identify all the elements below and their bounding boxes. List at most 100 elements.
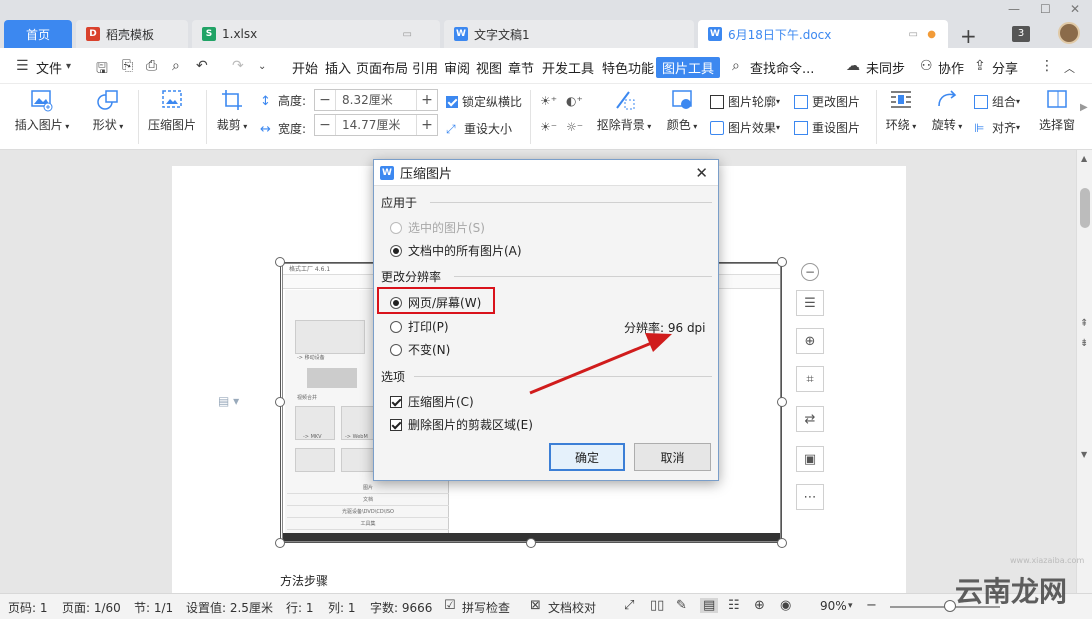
height-stepper[interactable]: − 8.32厘米 +: [314, 89, 438, 111]
change-image-button[interactable]: 更改图片: [794, 93, 860, 110]
selection-pane-button[interactable]: 选择窗: [1038, 88, 1076, 133]
brightness-up-icon[interactable]: ☀⁺: [540, 94, 557, 108]
resize-handle[interactable]: [777, 397, 787, 407]
width-stepper[interactable]: − 14.77厘米 +: [314, 114, 438, 136]
command-search[interactable]: 查找命令...: [750, 58, 814, 77]
sync-status[interactable]: 未同步: [866, 58, 905, 77]
lock-ratio-checkbox[interactable]: 锁定纵横比: [446, 93, 522, 110]
status-page[interactable]: 页面: 1/60: [62, 599, 121, 616]
crop-button[interactable]: 裁剪 ▾: [214, 88, 250, 133]
export-icon[interactable]: ⎘: [122, 58, 133, 74]
menu-devtools[interactable]: 开发工具: [542, 58, 594, 77]
scroll-down-icon[interactable]: ▼: [1081, 450, 1087, 459]
zoom-image-icon[interactable]: ⊕: [796, 328, 824, 354]
remove-background-button[interactable]: 抠除背景 ▾: [594, 88, 654, 133]
increase-icon[interactable]: +: [417, 117, 437, 133]
radio-web-screen[interactable]: 网页/屏幕(W): [390, 294, 481, 311]
more-icon[interactable]: ⋮: [1040, 58, 1054, 74]
scroll-up-icon[interactable]: ▲: [1081, 154, 1087, 163]
tab-home[interactable]: 首页: [4, 20, 72, 48]
radio-selected-images[interactable]: 选中的图片(S): [390, 219, 485, 236]
preview-icon[interactable]: ⌕: [172, 58, 180, 74]
picture-outline-button[interactable]: 图片轮廓 ▾: [710, 93, 780, 110]
menu-view[interactable]: 视图: [476, 58, 502, 77]
resize-handle[interactable]: [275, 257, 285, 267]
menu-icon[interactable]: ☰: [16, 58, 29, 74]
radio-print[interactable]: 打印(P): [390, 318, 449, 335]
chevron-down-icon[interactable]: ▾: [66, 61, 71, 72]
undo-icon[interactable]: ↶: [196, 58, 208, 74]
brightness-down-icon[interactable]: ☀⁻: [540, 120, 557, 134]
web-view-icon[interactable]: ⊕: [754, 598, 765, 613]
page-up-icon[interactable]: ⇞: [1080, 318, 1088, 329]
menu-reference[interactable]: 引用: [412, 58, 438, 77]
new-tab-icon[interactable]: +: [960, 24, 977, 48]
zoom-level[interactable]: 90%: [820, 599, 847, 613]
eye-protect-icon[interactable]: ◉: [780, 598, 791, 613]
window-count-badge[interactable]: 3: [1012, 26, 1030, 42]
color-button[interactable]: 颜色 ▾: [664, 88, 700, 133]
align-button[interactable]: ⊫ 对齐 ▾: [974, 119, 1020, 136]
increase-icon[interactable]: +: [417, 92, 437, 108]
radio-no-change[interactable]: 不变(N): [390, 341, 450, 358]
height-value[interactable]: 8.32厘米: [335, 90, 417, 110]
page-down-icon[interactable]: ⇟: [1080, 338, 1088, 349]
reset-size-button[interactable]: ⤢ 重设大小: [446, 120, 512, 137]
status-setting[interactable]: 设置值: 2.5厘米: [186, 599, 273, 616]
fullscreen-icon[interactable]: ⤢: [624, 598, 634, 613]
rotate-button[interactable]: 旋转 ▾: [928, 88, 966, 133]
status-page-number[interactable]: 页码: 1: [8, 599, 48, 616]
avatar[interactable]: [1058, 22, 1080, 44]
resize-handle[interactable]: [275, 538, 285, 548]
crop-tool-icon[interactable]: ⌗: [796, 366, 824, 392]
width-value[interactable]: 14.77厘米: [335, 115, 417, 135]
decrease-icon[interactable]: −: [315, 117, 335, 133]
decrease-icon[interactable]: −: [315, 92, 335, 108]
maximize-icon[interactable]: ☐: [1040, 2, 1051, 16]
collapse-ribbon-icon[interactable]: ︿: [1064, 60, 1075, 76]
menu-start[interactable]: 开始: [292, 58, 318, 77]
vertical-scrollbar[interactable]: ▲ ⇞ ⇟ ▼: [1076, 150, 1092, 593]
status-column[interactable]: 列: 1: [328, 599, 356, 616]
scroll-thumb[interactable]: [1080, 188, 1090, 228]
read-mode-icon[interactable]: ▯▯: [650, 598, 664, 613]
outline-view-icon[interactable]: ☷: [728, 598, 740, 613]
page-view-icon[interactable]: ▤: [700, 598, 719, 613]
insert-image-button[interactable]: 插入图片 ▾: [12, 88, 72, 133]
dialog-close-icon[interactable]: ✕: [695, 164, 708, 182]
resize-handle[interactable]: [777, 538, 787, 548]
menu-file[interactable]: 文件: [36, 58, 62, 77]
radio-all-images[interactable]: 文档中的所有图片(A): [390, 242, 522, 259]
tab-doc1[interactable]: W 文字文稿1: [444, 20, 694, 48]
menu-insert[interactable]: 插入: [325, 58, 351, 77]
redo-icon[interactable]: ↷: [232, 58, 244, 74]
tab-docx-active[interactable]: W 6月18日下午.docx ▭ ●: [698, 20, 948, 48]
resize-handle[interactable]: [777, 257, 787, 267]
zoom-out-icon[interactable]: −: [866, 598, 877, 613]
resize-handle[interactable]: [275, 397, 285, 407]
contrast-down-icon[interactable]: ☼⁻: [566, 120, 583, 134]
menu-layout[interactable]: 页面布局: [356, 58, 408, 77]
menu-features[interactable]: 特色功能: [602, 58, 654, 77]
edit-mode-icon[interactable]: ✎: [676, 598, 687, 613]
convert-image-icon[interactable]: ⇄: [796, 406, 824, 432]
collapse-icon[interactable]: −: [801, 263, 819, 281]
zoom-dropdown-icon[interactable]: ▾: [848, 601, 853, 611]
layout-options-icon[interactable]: ☰: [796, 290, 824, 316]
checkbox-compress[interactable]: 压缩图片(C): [390, 393, 474, 410]
tab-xlsx[interactable]: S 1.xlsx ▭: [192, 20, 440, 48]
picture-effect-button[interactable]: 图片效果 ▾: [710, 119, 780, 136]
replace-image-icon[interactable]: ▣: [796, 446, 824, 472]
menu-review[interactable]: 审阅: [444, 58, 470, 77]
status-row[interactable]: 行: 1: [286, 599, 314, 616]
ribbon-scroll-right-icon[interactable]: ▶: [1080, 102, 1088, 113]
checkbox-delete-crop[interactable]: 删除图片的剪裁区域(E): [390, 416, 533, 433]
share-button[interactable]: 分享: [992, 58, 1018, 77]
wrap-button[interactable]: 环绕 ▾: [882, 88, 920, 133]
contrast-up-icon[interactable]: ◐⁺: [566, 94, 583, 108]
proofread-button[interactable]: 文档校对: [548, 599, 596, 616]
resize-handle[interactable]: [526, 538, 536, 548]
compress-image-button[interactable]: 压缩图片: [146, 88, 198, 133]
collab-button[interactable]: 协作: [938, 58, 964, 77]
menu-chapter[interactable]: 章节: [508, 58, 534, 77]
